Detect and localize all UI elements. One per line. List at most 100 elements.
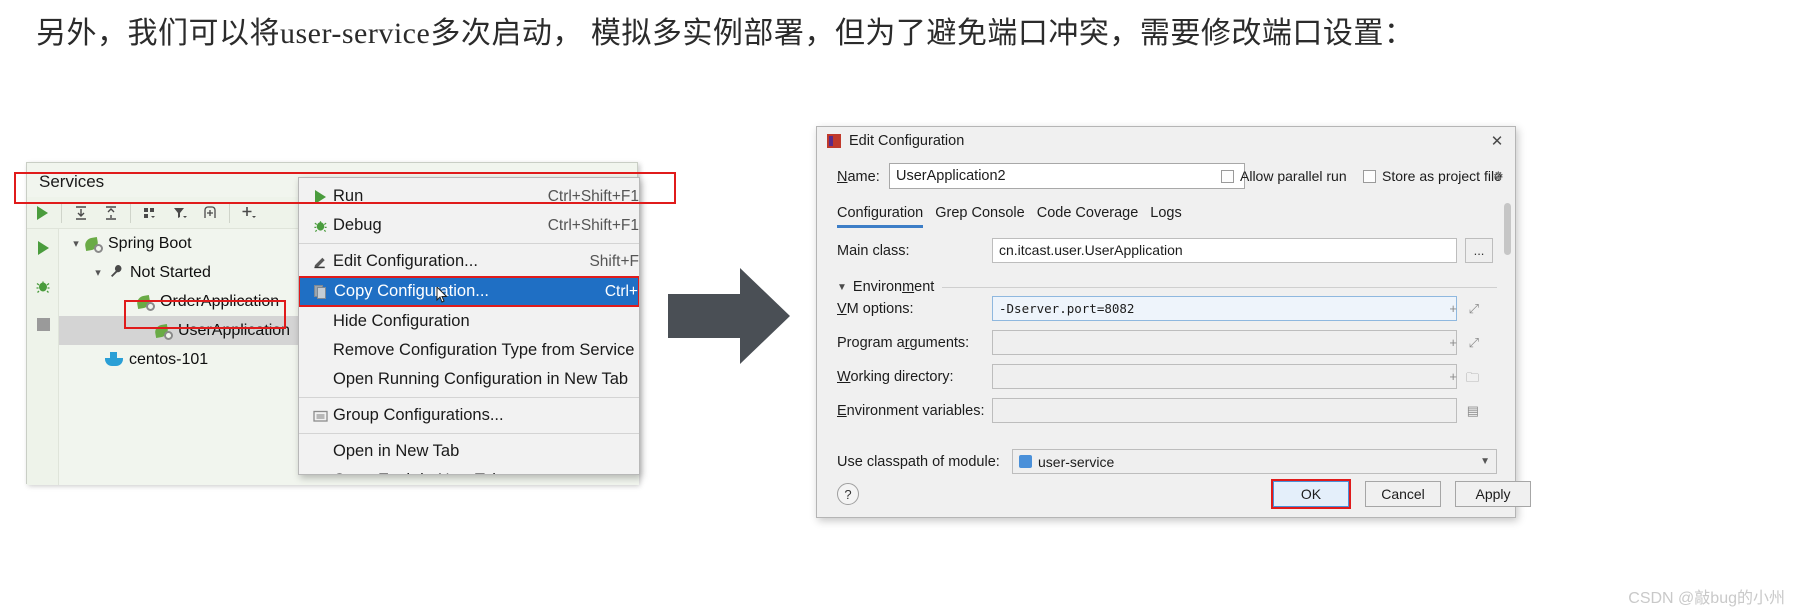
expand-editor-icon[interactable]: ⤢ — [1469, 301, 1479, 317]
expand-plus-icon[interactable]: + — [1449, 301, 1457, 316]
run-icon[interactable] — [27, 229, 59, 267]
folder-icon[interactable]: 🗀 — [1466, 369, 1479, 391]
environment-variables-input[interactable] — [992, 398, 1457, 423]
docker-icon — [105, 352, 123, 367]
filter-icon[interactable] — [165, 198, 195, 228]
dialog-scrollbar[interactable] — [1503, 203, 1512, 463]
menu-item-hide-configuration[interactable]: Hide Configuration — [299, 307, 639, 336]
vm-options-row: VM options: -Dserver.port=8082 + ⤢ — [837, 293, 1497, 325]
menu-item-open-in-new-tab[interactable]: Open in New Tab — [299, 437, 639, 466]
expand-plus-icon[interactable]: + — [1449, 369, 1457, 384]
module-classpath-label: Use classpath of module: — [837, 454, 1000, 470]
allow-parallel-run-checkbox[interactable]: Allow parallel run — [1221, 168, 1347, 184]
flow-arrow-icon — [668, 268, 790, 364]
environment-label: Environment — [852, 279, 935, 295]
cancel-button[interactable]: Cancel — [1365, 481, 1441, 507]
add-icon[interactable] — [234, 198, 264, 228]
ok-button[interactable]: OK — [1271, 479, 1351, 509]
add-tab-icon[interactable] — [195, 198, 225, 228]
checkbox-box — [1221, 169, 1234, 183]
pencil-icon — [307, 254, 333, 269]
menu-item-copy-configuration[interactable]: Copy Configuration... Ctrl+ — [299, 276, 639, 307]
tab-logs[interactable]: Logs — [1150, 205, 1181, 228]
program-arguments-row: Program arguments: + ⤢ — [837, 327, 1497, 359]
expand-editor-icon[interactable]: ⤢ — [1469, 335, 1479, 351]
group-by-icon[interactable] — [135, 198, 165, 228]
store-as-project-file-label: Store as project file — [1382, 168, 1502, 184]
dialog-tabs: Configuration Grep Console Code Coverage… — [837, 205, 1182, 228]
scrollbar-thumb[interactable] — [1504, 203, 1511, 255]
chevron-down-icon[interactable]: ▾ — [67, 237, 85, 250]
main-class-input[interactable]: cn.itcast.user.UserApplication — [992, 238, 1457, 263]
section-rule — [942, 286, 1497, 288]
tree-item-label: OrderApplication — [160, 292, 280, 310]
services-left-rail — [27, 229, 59, 485]
tree-item-label: Not Started — [130, 263, 211, 281]
menu-item-open-each-in-new-tab[interactable]: Open Each in New Tab — [299, 466, 639, 474]
menu-item-label: Hide Configuration — [333, 312, 470, 330]
browse-variables-icon[interactable]: ▤ — [1467, 403, 1479, 419]
tab-code-coverage[interactable]: Code Coverage — [1037, 205, 1139, 228]
menu-item-remove-configuration-type[interactable]: Remove Configuration Type from Service — [299, 336, 639, 365]
menu-item-label: Run — [333, 187, 364, 205]
allow-parallel-run-label: Allow parallel run — [1240, 168, 1347, 184]
debug-icon[interactable] — [27, 267, 59, 305]
program-arguments-input[interactable] — [992, 330, 1457, 355]
menu-divider — [299, 243, 639, 244]
copy-icon — [308, 284, 334, 299]
store-as-project-file-checkbox[interactable]: Store as project file — [1363, 168, 1502, 184]
menu-item-debug[interactable]: Debug Ctrl+Shift+F1 — [299, 211, 639, 240]
working-directory-row: Working directory: + 🗀 — [837, 361, 1497, 393]
main-class-row: Main class: cn.itcast.user.UserApplicati… — [837, 235, 1497, 269]
toolbar-divider — [229, 202, 230, 223]
menu-item-run[interactable]: Run Ctrl+Shift+F1 — [299, 182, 639, 211]
menu-item-open-running-configuration[interactable]: Open Running Configuration in New Tab — [299, 365, 639, 394]
tree-item-label: UserApplication — [178, 321, 291, 339]
menu-divider — [299, 433, 639, 434]
close-icon[interactable]: ✕ — [1487, 131, 1507, 151]
toolbar-divider — [130, 202, 131, 223]
checkbox-box — [1363, 169, 1376, 183]
menu-item-label: Copy Configuration... — [334, 282, 490, 300]
environment-section-header[interactable]: ▼ Environment — [837, 279, 1497, 295]
menu-item-label: Remove Configuration Type from Service — [333, 341, 635, 359]
chevron-down-icon[interactable]: ▾ — [89, 266, 107, 279]
stop-icon[interactable] — [27, 305, 59, 343]
environment-variables-label: Environment variables: — [837, 403, 985, 419]
tab-configuration[interactable]: Configuration — [837, 205, 924, 228]
menu-item-edit-configuration[interactable]: Edit Configuration... Shift+F — [299, 247, 639, 276]
chevron-down-icon[interactable]: ▼ — [837, 282, 847, 293]
apply-button[interactable]: Apply — [1455, 481, 1531, 507]
menu-item-label: Group Configurations... — [333, 406, 504, 424]
run-icon[interactable] — [27, 198, 57, 228]
edit-configuration-dialog: Edit Configuration ✕ Name: UserApplicati… — [816, 126, 1531, 518]
menu-item-shortcut: Shift+F — [589, 252, 639, 270]
menu-item-shortcut: Ctrl+Shift+F1 — [547, 216, 639, 234]
watermark: CSDN @敲bug的小州 — [1628, 590, 1785, 607]
spring-boot-icon — [154, 323, 173, 340]
expand-plus-icon[interactable]: + — [1449, 335, 1457, 350]
gear-icon[interactable]: ⚙ — [1493, 169, 1504, 183]
help-button[interactable]: ? — [837, 483, 859, 505]
browse-main-class-button[interactable]: ... — [1465, 238, 1493, 263]
module-classpath-value: user-service — [1038, 453, 1115, 470]
working-directory-input[interactable] — [992, 364, 1457, 389]
environment-variables-row: Environment variables: ▤ — [837, 395, 1497, 427]
name-label: Name: — [837, 169, 880, 185]
menu-item-label: Edit Configuration... — [333, 252, 478, 270]
tab-grep-console[interactable]: Grep Console — [935, 205, 1024, 228]
dialog-titlebar: Edit Configuration ✕ — [817, 127, 1515, 155]
collapse-all-icon[interactable] — [96, 198, 126, 228]
vm-options-input[interactable]: -Dserver.port=8082 — [992, 296, 1457, 321]
module-classpath-select[interactable]: user-service ▼ — [1012, 449, 1497, 474]
menu-item-group-configurations[interactable]: Group Configurations... — [299, 401, 639, 430]
main-class-label: Main class: — [837, 243, 910, 259]
expand-all-icon[interactable] — [66, 198, 96, 228]
play-triangle-icon — [36, 205, 48, 220]
working-directory-label: Working directory: — [837, 369, 954, 385]
menu-item-shortcut: Ctrl+Shift+F1 — [547, 187, 639, 205]
configuration-form: Main class: cn.itcast.user.UserApplicati… — [837, 235, 1497, 429]
group-icon — [307, 409, 333, 423]
name-input[interactable]: UserApplication2 — [889, 163, 1245, 189]
stop-square-icon — [36, 317, 50, 331]
